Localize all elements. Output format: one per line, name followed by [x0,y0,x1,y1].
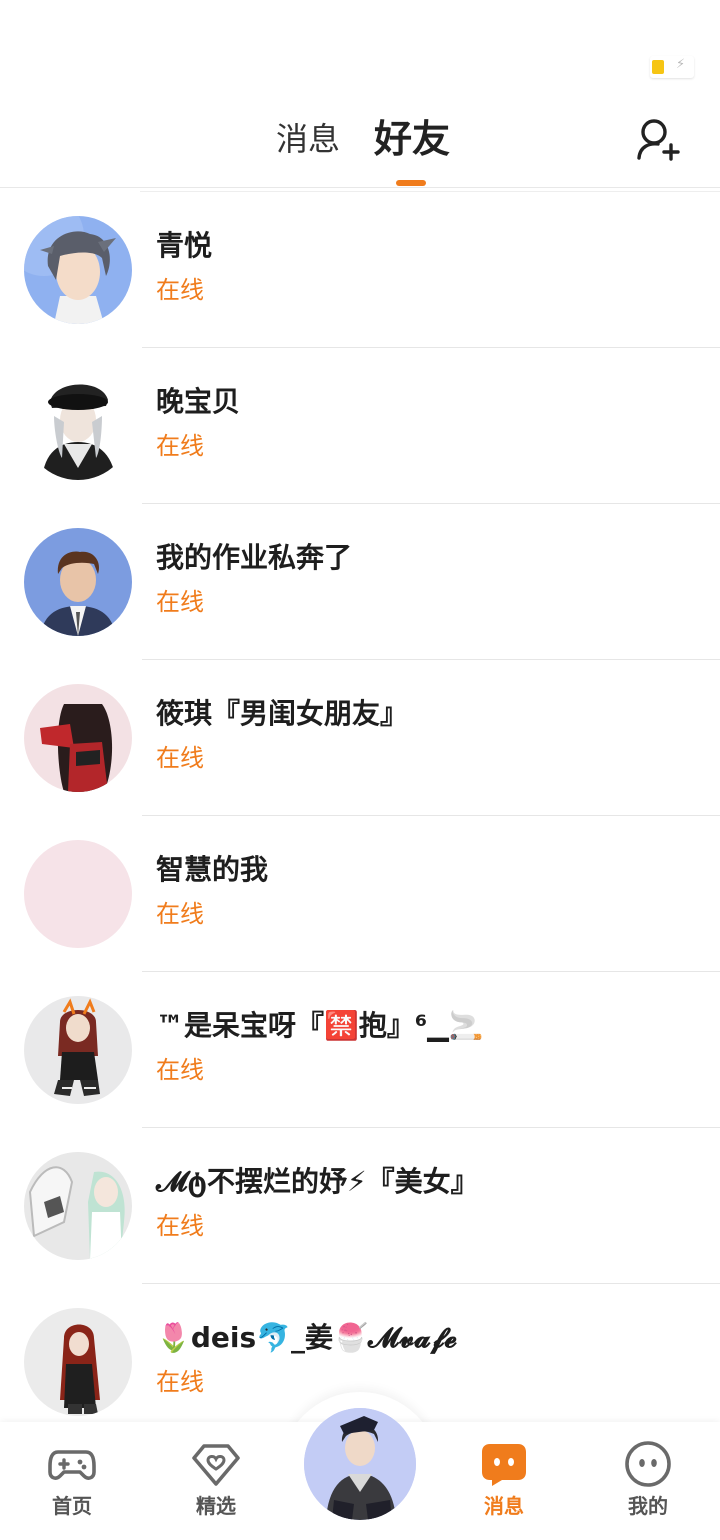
online-status: 在线 [156,900,204,928]
nav-messages[interactable]: 消息 [454,1422,554,1540]
face-icon [625,1441,671,1487]
friend-row[interactable]: 青悦 在线 [0,192,720,348]
friend-name: 🌷deis🐬_姜🍧𝓜𝓿𝓪𝓯𝓮 [156,1321,458,1354]
gamepad-icon [48,1450,96,1480]
friend-row[interactable]: ™是呆宝呀『🈲抱』⁶▁🚬 在线 [0,972,720,1128]
avatar[interactable] [24,372,132,480]
status-bar: ⚡ [0,0,720,100]
heart-diamond-icon [192,1444,240,1486]
character-avatar [304,1408,416,1520]
friends-page: ⚡ 消息 好友 青悦 在线 晚宝贝 在线 我的作业私奔了 在线 筱琪『男闺女朋友… [0,0,720,1540]
nav-featured-label: 精选 [196,1494,236,1518]
header: 消息 好友 [0,100,720,188]
nav-home[interactable]: 首页 [22,1422,122,1540]
tab-friends[interactable]: 好友 [374,114,450,164]
center-avatar-button[interactable] [304,1408,416,1520]
online-status: 在线 [156,588,204,616]
online-status: 在线 [156,432,204,460]
online-status: 在线 [156,744,204,772]
nav-home-label: 首页 [52,1494,92,1518]
friend-list: 青悦 在线 晚宝贝 在线 我的作业私奔了 在线 筱琪『男闺女朋友』 在线 智慧的… [0,192,720,1440]
online-status: 在线 [156,1368,204,1396]
header-divider [0,187,720,188]
online-status: 在线 [156,276,204,304]
avatar[interactable] [24,996,132,1104]
friend-row[interactable]: 智慧的我 在线 [0,816,720,972]
friend-row[interactable]: 我的作业私奔了 在线 [0,504,720,660]
friend-name: 智慧的我 [156,853,269,886]
friend-name: 𝓜ტ不摆烂的妤⚡『美女』 [156,1165,479,1198]
nav-me[interactable]: 我的 [598,1422,698,1540]
online-status: 在线 [156,1056,204,1084]
avatar[interactable] [24,528,132,636]
friend-row[interactable]: 筱琪『男闺女朋友』 在线 [0,660,720,816]
avatar[interactable] [24,840,132,948]
nav-me-label: 我的 [628,1494,668,1518]
friend-name: ™是呆宝呀『🈲抱』⁶▁🚬 [156,1009,484,1042]
friend-name: 青悦 [156,229,213,262]
add-user-icon [637,119,680,161]
friend-row[interactable]: 晚宝贝 在线 [0,348,720,504]
nav-messages-label: 消息 [484,1494,524,1518]
avatar[interactable] [24,1152,132,1260]
active-tab-indicator [396,180,426,186]
friend-name: 筱琪『男闺女朋友』 [156,697,409,730]
add-friend-button[interactable] [634,116,682,164]
battery-icon: ⚡ [650,56,694,78]
chat-bubble-icon [482,1444,526,1486]
avatar[interactable] [24,216,132,324]
friend-row[interactable]: 𝓜ტ不摆烂的妤⚡『美女』 在线 [0,1128,720,1284]
avatar[interactable] [24,1308,132,1416]
avatar[interactable] [24,684,132,792]
online-status: 在线 [156,1212,204,1240]
friend-name: 晚宝贝 [156,385,241,418]
friend-name: 我的作业私奔了 [156,541,353,574]
nav-featured[interactable]: 精选 [166,1422,266,1540]
tab-messages[interactable]: 消息 [276,114,340,164]
